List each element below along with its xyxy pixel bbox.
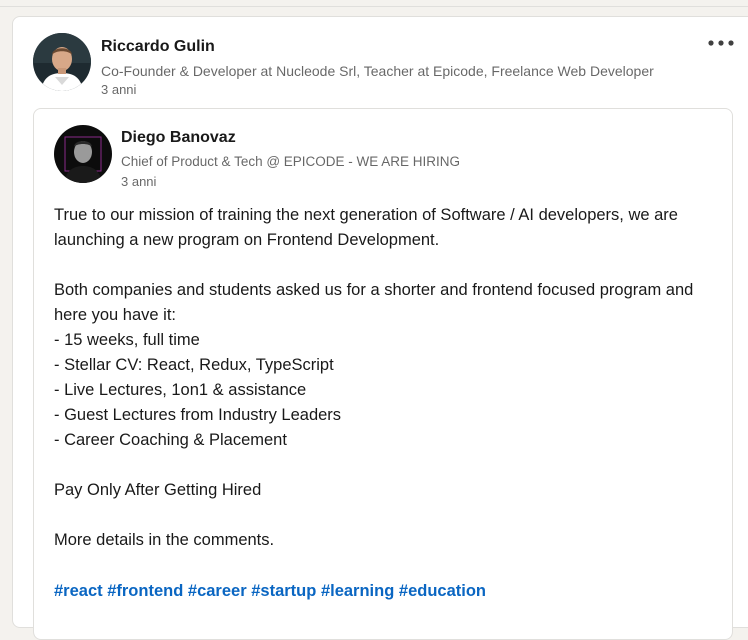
post-line-blank (54, 453, 714, 478)
hashtag-link-frontend[interactable]: #frontend (107, 582, 183, 600)
author-photo (33, 33, 91, 91)
post-line: Both companies and students asked us for… (54, 281, 694, 299)
post-line-blank (54, 253, 714, 278)
post-line-blank (54, 503, 714, 528)
post-list-item: - Live Lectures, 1on1 & assistance (54, 381, 307, 399)
shared-author-photo (54, 125, 112, 183)
post-list-item: - Career Coaching & Placement (54, 431, 287, 449)
shared-author-name[interactable]: Diego Banovaz (121, 129, 236, 147)
post-line: Pay Only After Getting Hired (54, 481, 262, 499)
feed-post-card: Riccardo Gulin Co-Founder & Developer at… (12, 16, 748, 640)
shared-post-card[interactable]: Diego Banovaz Chief of Product & Tech @ … (33, 108, 733, 640)
shared-author-headline: Chief of Product & Tech @ EPICODE - WE A… (121, 154, 461, 169)
more-options-button[interactable] (703, 31, 739, 55)
hashtag-link-react[interactable]: #react (54, 582, 103, 600)
previous-card-edge (0, 0, 748, 7)
author-avatar[interactable] (33, 33, 91, 91)
author-headline: Co-Founder & Developer at Nucleode Srl, … (101, 63, 654, 79)
post-line: launching a new program on Frontend Deve… (54, 231, 440, 249)
post-line: More details in the comments. (54, 531, 275, 549)
post-list-item: - 15 weeks, full time (54, 331, 200, 349)
hashtag-link-startup[interactable]: #startup (251, 582, 316, 600)
post-list-item: - Guest Lectures from Industry Leaders (54, 406, 342, 424)
post-body-text: True to our mission of training the next… (54, 203, 714, 553)
hashtag-list: #react #frontend #career #startup #learn… (54, 579, 486, 604)
hashtag-link-learning[interactable]: #learning (321, 582, 394, 600)
post-list-item: - Stellar CV: React, Redux, TypeScript (54, 356, 334, 374)
shared-author-avatar[interactable] (54, 125, 112, 183)
post-line: True to our mission of training the next… (54, 206, 678, 224)
post-timestamp: 3 anni (101, 82, 137, 97)
hashtag-link-career[interactable]: #career (188, 582, 247, 600)
ellipsis-icon (708, 40, 734, 46)
shared-post-timestamp: 3 anni (121, 174, 157, 189)
post-line: here you have it: (54, 306, 176, 324)
author-name[interactable]: Riccardo Gulin (101, 38, 215, 56)
hashtag-link-education[interactable]: #education (399, 582, 486, 600)
